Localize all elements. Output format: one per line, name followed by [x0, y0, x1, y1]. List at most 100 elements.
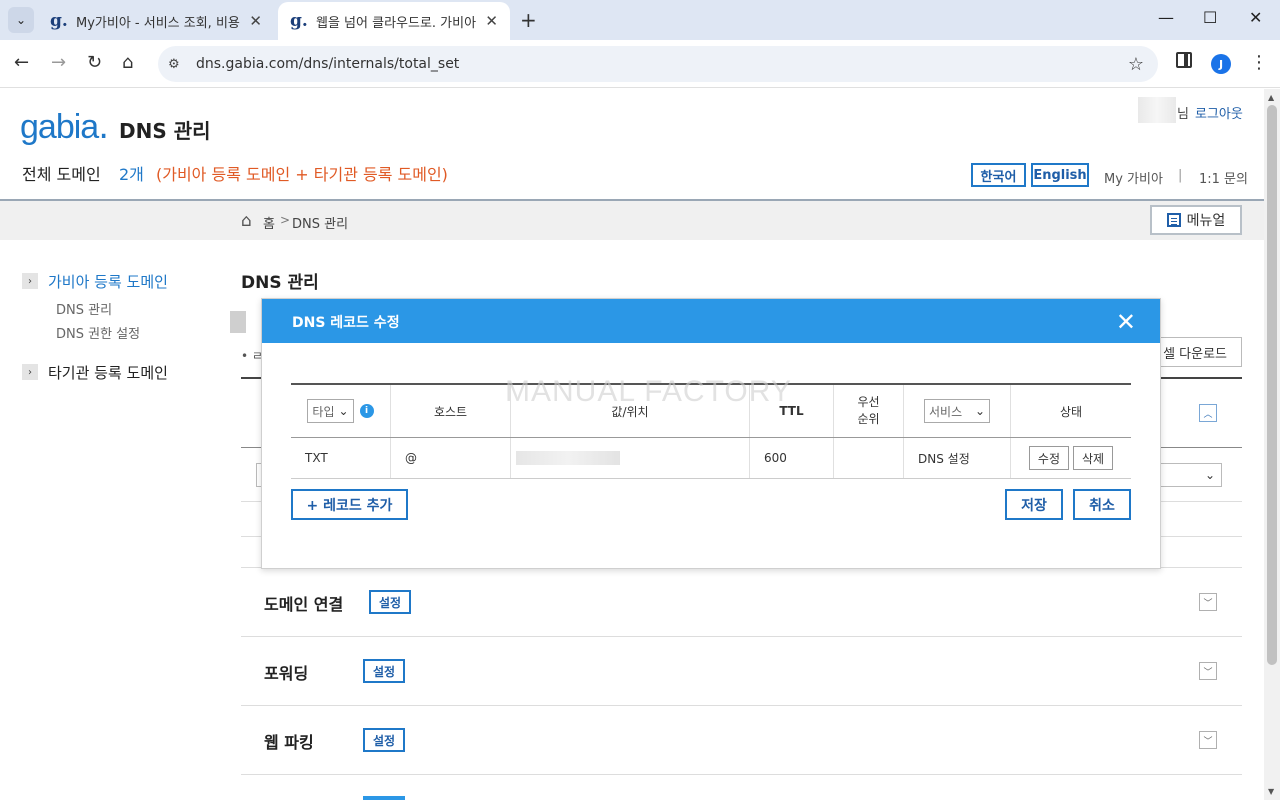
cell-ttl: 600: [750, 438, 834, 478]
add-record-button[interactable]: + 레코드 추가: [291, 489, 408, 520]
scroll-up-icon[interactable]: ▲: [1268, 93, 1274, 102]
table-row: TXT @ 600 DNS 설정 수정 삭제: [291, 438, 1131, 479]
cell-priority: [834, 438, 904, 478]
scroll-thumb[interactable]: [1267, 105, 1277, 665]
close-icon[interactable]: ✕: [1116, 308, 1136, 336]
row-divider: [241, 705, 1242, 706]
browser-tab-bar: ⌄ g. My가비아 - 서비스 조회, 비용 ✕ g. 웹을 넘어 클라우드로…: [0, 0, 1280, 40]
more-menu-icon[interactable]: ⋮: [1250, 52, 1268, 73]
col-host: 호스트: [391, 385, 511, 437]
bullet-text-fragment: • ㄹ: [241, 349, 263, 363]
info-icon[interactable]: i: [359, 404, 374, 418]
sidebar-item-other-domains[interactable]: 타기관 등록 도메인: [48, 362, 168, 383]
cell-service: DNS 설정: [904, 438, 1011, 478]
domain-connect-set-button[interactable]: 설정: [369, 590, 411, 614]
type-select-label: 타입: [312, 404, 335, 419]
home-icon[interactable]: ⌂: [241, 211, 252, 231]
profile-avatar[interactable]: J: [1211, 54, 1231, 74]
manual-label: 메뉴얼: [1186, 213, 1226, 229]
chevron-up-icon[interactable]: ︿: [1199, 404, 1217, 422]
reload-icon[interactable]: ↻: [87, 52, 102, 73]
total-domains-note: (가비아 등록 도메인 + 타기관 등록 도메인): [156, 165, 448, 184]
cell-host: @: [391, 438, 511, 478]
lang-korean-button[interactable]: 한국어: [971, 163, 1026, 187]
chevron-down-icon: ⌄: [974, 404, 985, 418]
modal-header: DNS 레코드 수정 ✕: [262, 299, 1160, 343]
address-bar[interactable]: ⚙ dns.gabia.com/dns/internals/total_set …: [158, 46, 1158, 82]
sidebar-item-dns-manage[interactable]: DNS 관리: [56, 299, 112, 318]
forward-arrow-icon[interactable]: →: [51, 52, 66, 73]
tab-title: 웹을 넘어 클라우드로. 가비아: [316, 15, 477, 31]
site-info-icon[interactable]: ⚙: [168, 57, 192, 72]
cell-value: [511, 438, 750, 478]
value-redacted: [516, 451, 620, 465]
browser-tab-mygabia[interactable]: g. My가비아 - 서비스 조회, 비용 ✕: [38, 2, 274, 40]
select-dropdown[interactable]: ⌄: [1156, 463, 1222, 487]
breadcrumb-current: DNS 관리: [292, 217, 349, 232]
delete-record-button[interactable]: 삭제: [1073, 446, 1114, 470]
side-panel-icon[interactable]: [1176, 52, 1192, 68]
sidebar-item-gabia-domains[interactable]: 가비아 등록 도메인: [48, 271, 168, 292]
maximize-icon[interactable]: ☐: [1203, 8, 1217, 27]
col-status: 상태: [1059, 404, 1083, 419]
redacted-block: [230, 311, 246, 333]
user-suffix: 님: [1177, 107, 1189, 122]
scroll-down-icon[interactable]: ▼: [1268, 787, 1274, 796]
manual-button[interactable]: 메뉴얼: [1150, 205, 1242, 235]
type-select[interactable]: 타입 ⌄: [307, 399, 354, 423]
cancel-button[interactable]: 취소: [1073, 489, 1131, 520]
save-button[interactable]: 저장: [1005, 489, 1063, 520]
total-domains-count: 2개: [119, 165, 144, 184]
logo-dot: .: [98, 107, 110, 147]
inquiry-link[interactable]: 1:1 문의: [1199, 168, 1248, 187]
gabia-logo[interactable]: gabia . DNS 관리: [20, 107, 211, 147]
cell-status: 수정 삭제: [1011, 438, 1131, 478]
page-scrollbar[interactable]: ▲ ▼: [1264, 89, 1280, 800]
section-web-parking-title: 웹 파킹: [264, 733, 314, 752]
window-close-icon[interactable]: ✕: [1249, 8, 1262, 27]
new-tab-plus-icon[interactable]: +: [520, 8, 537, 32]
logo-text: gabia: [20, 108, 99, 146]
content-title: DNS 관리: [241, 273, 319, 293]
browser-toolbar: ← → ↻ ⌂ ⚙ dns.gabia.com/dns/internals/to…: [0, 40, 1280, 88]
bookmark-star-icon[interactable]: ☆: [1128, 54, 1144, 75]
sidebar-item-dns-permission[interactable]: DNS 권한 설정: [56, 323, 140, 342]
close-icon[interactable]: ✕: [485, 12, 498, 30]
excel-download-button[interactable]: 셀 다운로드: [1156, 337, 1242, 367]
top-link-divider: |: [1178, 168, 1183, 183]
modal-title: DNS 레코드 수정: [292, 315, 400, 331]
total-domains-label: 전체 도메인: [22, 165, 101, 184]
back-arrow-icon[interactable]: ←: [14, 52, 29, 73]
forwarding-set-button[interactable]: 설정: [363, 659, 405, 683]
url-text[interactable]: dns.gabia.com/dns/internals/total_set: [196, 56, 1128, 72]
minimize-icon[interactable]: —: [1158, 8, 1174, 27]
tab-title: My가비아 - 서비스 조회, 비용: [76, 15, 240, 31]
home-icon[interactable]: ⌂: [122, 52, 133, 73]
lang-english-button[interactable]: English: [1031, 163, 1089, 187]
chevron-down-icon: ⌄: [1204, 468, 1215, 482]
tab-search-button[interactable]: ⌄: [8, 7, 34, 33]
my-gabia-link[interactable]: My 가비아: [1104, 168, 1163, 187]
breadcrumb-home[interactable]: 홈: [263, 213, 275, 232]
chevron-down-icon[interactable]: ﹀: [1199, 731, 1217, 749]
logout-link[interactable]: 로그아웃: [1195, 103, 1243, 122]
dns-record-edit-modal: DNS 레코드 수정 ✕ 타입 ⌄ i 호스트 값/위치 TTL 우선 순위 서…: [261, 298, 1161, 569]
col-priority: 우선 순위: [834, 385, 904, 437]
service-select-label: 서비스: [929, 404, 963, 419]
col-service: 서비스 ⌄: [904, 385, 1011, 437]
chevron-down-icon[interactable]: ﹀: [1199, 662, 1217, 680]
chevron-down-icon: ⌄: [15, 13, 27, 27]
chevron-down-icon[interactable]: ﹀: [1199, 593, 1217, 611]
gabia-favicon-icon: g.: [290, 11, 308, 31]
service-select[interactable]: 서비스 ⌄: [924, 399, 990, 423]
cell-type: TXT: [291, 438, 391, 478]
browser-tab-gabia-active[interactable]: g. 웹을 넘어 클라우드로. 가비아 ✕: [278, 2, 510, 40]
close-icon[interactable]: ✕: [249, 12, 262, 30]
breadcrumb-bar: ⌂ 홈 > DNS 관리 메뉴얼: [0, 199, 1264, 240]
edit-record-button[interactable]: 수정: [1028, 446, 1069, 470]
page-title: DNS 관리: [119, 119, 211, 143]
partial-set-button: [363, 796, 405, 800]
web-parking-set-button[interactable]: 설정: [363, 728, 405, 752]
user-name-redacted: [1138, 97, 1176, 123]
col-type: 타입 ⌄ i: [291, 385, 391, 437]
